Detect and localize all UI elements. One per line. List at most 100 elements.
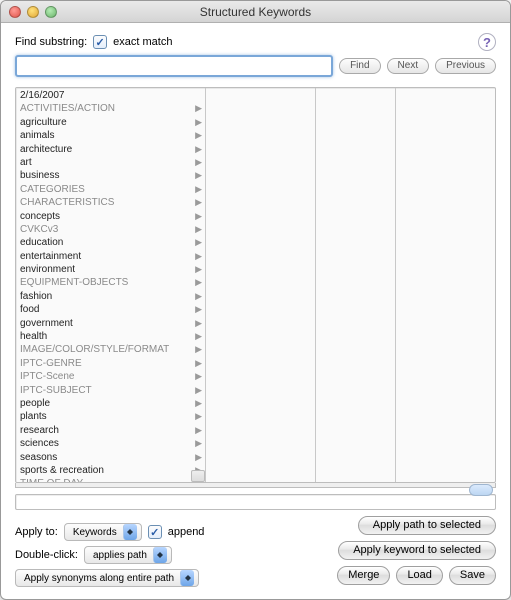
column-2[interactable] (316, 88, 396, 482)
chevron-right-icon: ▶ (195, 236, 202, 249)
list-item-label: sports & recreation (20, 464, 104, 477)
column-browser: 2/16/2007ACTIVITIES/ACTION▶agriculture▶a… (15, 87, 496, 483)
popup-arrows-icon (180, 570, 194, 586)
append-checkbox[interactable]: ✓ (148, 525, 162, 539)
list-item[interactable]: 2/16/2007 (16, 89, 205, 102)
list-item[interactable]: CVKCv3▶ (16, 223, 205, 236)
column-3[interactable] (396, 88, 495, 482)
chevron-right-icon: ▶ (195, 357, 202, 370)
list-item[interactable]: entertainment ▶ (16, 250, 205, 263)
list-item-label: EQUIPMENT-OBJECTS (20, 276, 128, 289)
list-item[interactable]: people▶ (16, 397, 205, 410)
chevron-right-icon: ▶ (195, 290, 202, 303)
chevron-right-icon: ▶ (195, 223, 202, 236)
append-label: append (168, 526, 205, 538)
list-item[interactable]: plants▶ (16, 410, 205, 423)
popup-arrows-icon (153, 547, 167, 563)
list-item[interactable]: CHARACTERISTICS▶ (16, 196, 205, 209)
list-item[interactable]: animals ▶ (16, 129, 205, 142)
chevron-right-icon: ▶ (195, 156, 202, 169)
list-item[interactable]: ACTIVITIES/ACTION▶ (16, 102, 205, 115)
chevron-right-icon: ▶ (195, 276, 202, 289)
chevron-right-icon: ▶ (195, 129, 202, 142)
list-item-label: IPTC-SUBJECT (20, 384, 92, 397)
chevron-right-icon: ▶ (195, 263, 202, 276)
double-click-label: Double-click: (15, 549, 78, 561)
list-item-label: environment (20, 263, 75, 276)
synonyms-select[interactable]: Apply synonyms along entire path (15, 569, 199, 587)
chevron-right-icon: ▶ (195, 437, 202, 450)
find-button[interactable]: Find (339, 58, 380, 74)
double-click-select[interactable]: applies path (84, 546, 172, 564)
list-item[interactable]: art▶ (16, 156, 205, 169)
list-item-label: animals (20, 129, 54, 142)
horizontal-scrollbar-thumb[interactable] (469, 484, 493, 496)
list-item[interactable]: EQUIPMENT-OBJECTS ▶ (16, 276, 205, 289)
titlebar: Structured Keywords (1, 1, 510, 23)
list-item[interactable]: seasons▶ (16, 451, 205, 464)
list-item[interactable]: IMAGE/COLOR/STYLE/FORMAT▶ (16, 343, 205, 356)
list-item-label: government (20, 317, 73, 330)
horizontal-scrollbar[interactable] (15, 483, 496, 488)
help-button[interactable]: ? (478, 33, 496, 51)
path-text-box[interactable] (15, 494, 496, 510)
previous-button[interactable]: Previous (435, 58, 496, 74)
chevron-right-icon: ▶ (195, 250, 202, 263)
list-item[interactable]: education ▶ (16, 236, 205, 249)
list-item[interactable]: health▶ (16, 330, 205, 343)
popup-arrows-icon (123, 524, 137, 540)
synonyms-value: Apply synonyms along entire path (24, 573, 174, 584)
search-input[interactable] (15, 55, 333, 77)
find-row: Find substring: ✓ exact match ? (15, 33, 496, 51)
merge-button[interactable]: Merge (337, 566, 390, 585)
apply-to-select[interactable]: Keywords (64, 523, 142, 541)
list-item[interactable]: sciences ▶ (16, 437, 205, 450)
next-button[interactable]: Next (387, 58, 430, 74)
list-item[interactable]: agriculture▶ (16, 116, 205, 129)
list-item[interactable]: concepts▶ (16, 210, 205, 223)
list-item-label: education (20, 236, 63, 249)
apply-to-label: Apply to: (15, 526, 58, 538)
list-item[interactable]: IPTC-Scene▶ (16, 370, 205, 383)
chevron-right-icon: ▶ (195, 384, 202, 397)
list-item[interactable]: food ▶ (16, 303, 205, 316)
keyword-list[interactable]: 2/16/2007ACTIVITIES/ACTION▶agriculture▶a… (16, 88, 205, 482)
chevron-right-icon: ▶ (195, 183, 202, 196)
column-scroll-indicator[interactable] (191, 470, 205, 482)
list-item-label: food (20, 303, 39, 316)
chevron-right-icon: ▶ (195, 210, 202, 223)
list-item[interactable]: business▶ (16, 169, 205, 182)
load-button[interactable]: Load (396, 566, 442, 585)
save-button[interactable]: Save (449, 566, 496, 585)
list-item-label: entertainment (20, 250, 81, 263)
list-item[interactable]: CATEGORIES ▶ (16, 183, 205, 196)
apply-path-button[interactable]: Apply path to selected (358, 516, 496, 535)
chevron-right-icon: ▶ (195, 424, 202, 437)
chevron-right-icon: ▶ (195, 303, 202, 316)
list-item[interactable]: TIME OF DAY▶ (16, 477, 205, 482)
list-item-label: CATEGORIES (20, 183, 85, 196)
list-item-label: IPTC-GENRE (20, 357, 82, 370)
list-item[interactable]: research▶ (16, 424, 205, 437)
list-item[interactable]: sports & recreation▶ (16, 464, 205, 477)
list-item-label: seasons (20, 451, 57, 464)
list-item-label: people (20, 397, 50, 410)
list-item-label: IPTC-Scene (20, 370, 74, 383)
column-0[interactable]: 2/16/2007ACTIVITIES/ACTION▶agriculture▶a… (16, 88, 206, 482)
apply-keyword-button[interactable]: Apply keyword to selected (338, 541, 496, 560)
chevron-right-icon: ▶ (195, 143, 202, 156)
list-item-label: sciences (20, 437, 59, 450)
list-item-label: 2/16/2007 (20, 89, 65, 102)
action-buttons: Apply path to selected Apply keyword to … (337, 516, 496, 585)
column-1[interactable] (206, 88, 316, 482)
list-item[interactable]: IPTC-SUBJECT ▶ (16, 384, 205, 397)
list-item[interactable]: environment ▶ (16, 263, 205, 276)
double-click-value: applies path (93, 550, 147, 561)
list-item[interactable]: architecture▶ (16, 143, 205, 156)
chevron-right-icon: ▶ (195, 102, 202, 115)
list-item[interactable]: fashion▶ (16, 290, 205, 303)
list-item[interactable]: IPTC-GENRE ▶ (16, 357, 205, 370)
chevron-right-icon: ▶ (195, 196, 202, 209)
exact-match-checkbox[interactable]: ✓ (93, 35, 107, 49)
list-item[interactable]: government▶ (16, 317, 205, 330)
